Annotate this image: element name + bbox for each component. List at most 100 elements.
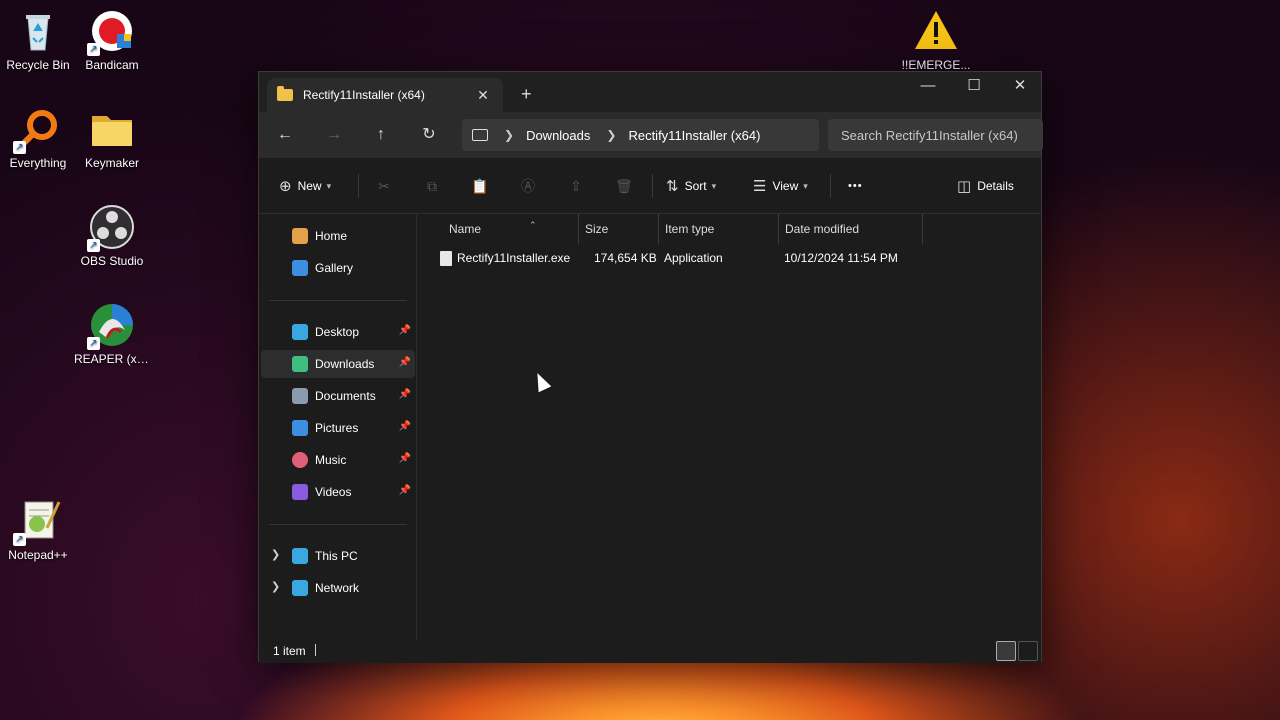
copy-icon[interactable]: ⧉ (422, 176, 442, 196)
cut-icon[interactable]: ✂ (374, 176, 394, 196)
document-icon (292, 388, 308, 404)
new-button[interactable]: ⊕ New ▾ (279, 174, 331, 198)
chevron-down-icon: ▾ (803, 180, 808, 191)
sort-button[interactable]: ⇅ Sort ▾ (666, 174, 716, 198)
new-tab-button[interactable]: + (521, 84, 532, 104)
file-date: 10/12/2024 11:54 PM (784, 251, 898, 265)
sidebar-divider (269, 300, 407, 301)
sidebar-item-documents[interactable]: Documents 📌 (261, 382, 415, 410)
sort-label: Sort (684, 179, 707, 193)
desktop-icon-label: !!EMERGE... (901, 58, 971, 72)
maximize-button[interactable]: ☐ (951, 72, 997, 102)
home-icon (292, 228, 308, 244)
share-icon[interactable]: ⇪ (566, 176, 586, 196)
chevron-right-icon[interactable]: ❯ (504, 128, 514, 142)
column-header-type[interactable]: Item type (659, 214, 779, 244)
reaper-icon: ↗ (87, 302, 135, 350)
recycle-bin-icon (15, 8, 61, 54)
sidebar-item-label: This PC (315, 549, 358, 563)
toolbar-divider (652, 174, 653, 198)
title-bar: Rectify11Installer (x64) ✕ + — ☐ ✕ (259, 72, 1041, 112)
column-header-date[interactable]: Date modified (779, 214, 923, 244)
minimize-button[interactable]: — (905, 72, 951, 102)
desktop-icon-everything[interactable]: ↗ Everything (0, 106, 76, 170)
rename-icon[interactable]: Ⓐ (518, 176, 538, 196)
magnifier-icon: ↗ (13, 106, 61, 154)
item-count: 1 item (273, 644, 306, 658)
chevron-right-icon[interactable]: ❯ (606, 128, 616, 142)
desktop-icon-keymaker[interactable]: Keymaker (74, 106, 150, 170)
network-icon (292, 580, 308, 596)
bandicam-icon: ↗ (87, 8, 135, 56)
shortcut-arrow-icon: ↗ (13, 141, 26, 154)
paste-icon[interactable]: 📋 (470, 176, 490, 196)
new-label: New (297, 179, 322, 193)
back-button[interactable]: ← (271, 123, 299, 147)
desktop-icon-obs-studio[interactable]: ↗ OBS Studio (74, 204, 150, 268)
view-icon: ☰ (753, 178, 767, 195)
desktop-icon (292, 324, 308, 340)
tab-close-button[interactable]: ✕ (473, 87, 493, 104)
sidebar-item-pictures[interactable]: Pictures 📌 (261, 414, 415, 442)
pin-icon: 📌 (398, 421, 411, 432)
sidebar-item-label: Music (315, 453, 347, 467)
breadcrumb-downloads[interactable]: Downloads (526, 128, 590, 143)
column-header-size[interactable]: Size (579, 214, 659, 244)
more-options-button[interactable]: ••• (848, 174, 863, 198)
shortcut-arrow-icon: ↗ (87, 337, 100, 350)
computer-icon (292, 548, 308, 564)
file-icon (440, 251, 452, 266)
view-button[interactable]: ☰ View ▾ (753, 174, 808, 198)
sidebar-item-desktop[interactable]: Desktop 📌 (261, 318, 415, 346)
sidebar-item-music[interactable]: Music 📌 (261, 446, 415, 474)
folder-icon (89, 106, 135, 152)
search-input[interactable] (828, 119, 1043, 151)
desktop-icon-label: Everything (9, 156, 67, 170)
desktop-icon-emergency[interactable]: !!EMERGE... (898, 8, 974, 72)
sidebar-item-label: Desktop (315, 325, 360, 339)
desktop-icon-bandicam[interactable]: ↗ Bandicam (74, 8, 150, 72)
address-bar[interactable]: ❯ Downloads ❯ Rectify11Installer (x64) (462, 119, 819, 151)
delete-icon[interactable]: 🗑 (614, 176, 634, 196)
sidebar-item-downloads[interactable]: Downloads 📌 (261, 350, 415, 378)
sidebar-item-label: Videos (315, 485, 352, 499)
download-icon (292, 356, 308, 372)
breadcrumb-rectify11installer[interactable]: Rectify11Installer (x64) (628, 128, 760, 143)
plus-circle-icon: ⊕ (279, 178, 292, 195)
warning-icon (913, 8, 959, 54)
file-row[interactable]: Rectify11Installer.exe 174,654 KB Applic… (436, 246, 906, 270)
file-explorer-window: Rectify11Installer (x64) ✕ + — ☐ ✕ ← → ↑… (258, 71, 1043, 663)
pin-icon: 📌 (398, 325, 411, 336)
sidebar-item-home[interactable]: Home (261, 222, 415, 250)
sidebar-item-videos[interactable]: Videos 📌 (261, 478, 415, 506)
tab-rectify11installer[interactable]: Rectify11Installer (x64) ✕ (267, 78, 503, 112)
desktop-icon-label: OBS Studio (80, 254, 144, 268)
close-button[interactable]: ✕ (997, 72, 1043, 102)
sidebar-item-this-pc[interactable]: ❯ This PC (261, 542, 415, 570)
sidebar-item-gallery[interactable]: Gallery (261, 254, 415, 282)
details-pane-button[interactable]: ◫ Details (957, 174, 1014, 198)
desktop-icon-notepad-plus-plus[interactable]: ↗ Notepad++ (0, 498, 76, 562)
chevron-right-icon[interactable]: ❯ (271, 580, 280, 593)
sidebar-item-label: Home (315, 229, 348, 243)
sidebar-item-network[interactable]: ❯ Network (261, 574, 415, 602)
shortcut-arrow-icon: ↗ (13, 533, 26, 546)
pin-icon: 📌 (398, 389, 411, 400)
more-icon: ••• (848, 180, 863, 192)
forward-button[interactable]: → (320, 123, 348, 147)
up-button[interactable]: ↑ (367, 123, 395, 147)
details-view-button[interactable] (996, 641, 1016, 661)
refresh-button[interactable]: ↻ (415, 123, 443, 147)
desktop-icon-reaper[interactable]: ↗ REAPER (x64) (74, 302, 150, 366)
pin-icon: 📌 (398, 357, 411, 368)
music-icon (292, 452, 308, 468)
sidebar-item-label: Documents (315, 389, 376, 403)
file-size: 174,654 KB (594, 251, 657, 265)
tiles-view-button[interactable] (1018, 641, 1038, 661)
desktop-icon-recycle-bin[interactable]: Recycle Bin (0, 8, 76, 72)
command-bar: ⊕ New ▾ ✂ ⧉ 📋 Ⓐ ⇪ 🗑 ⇅ Sort ▾ ☰ View ▾ ••… (259, 158, 1041, 214)
picture-icon (292, 420, 308, 436)
chevron-right-icon[interactable]: ❯ (271, 548, 280, 561)
chevron-down-icon: ▾ (326, 180, 332, 191)
column-header-name[interactable]: ⌃ Name (443, 214, 579, 244)
